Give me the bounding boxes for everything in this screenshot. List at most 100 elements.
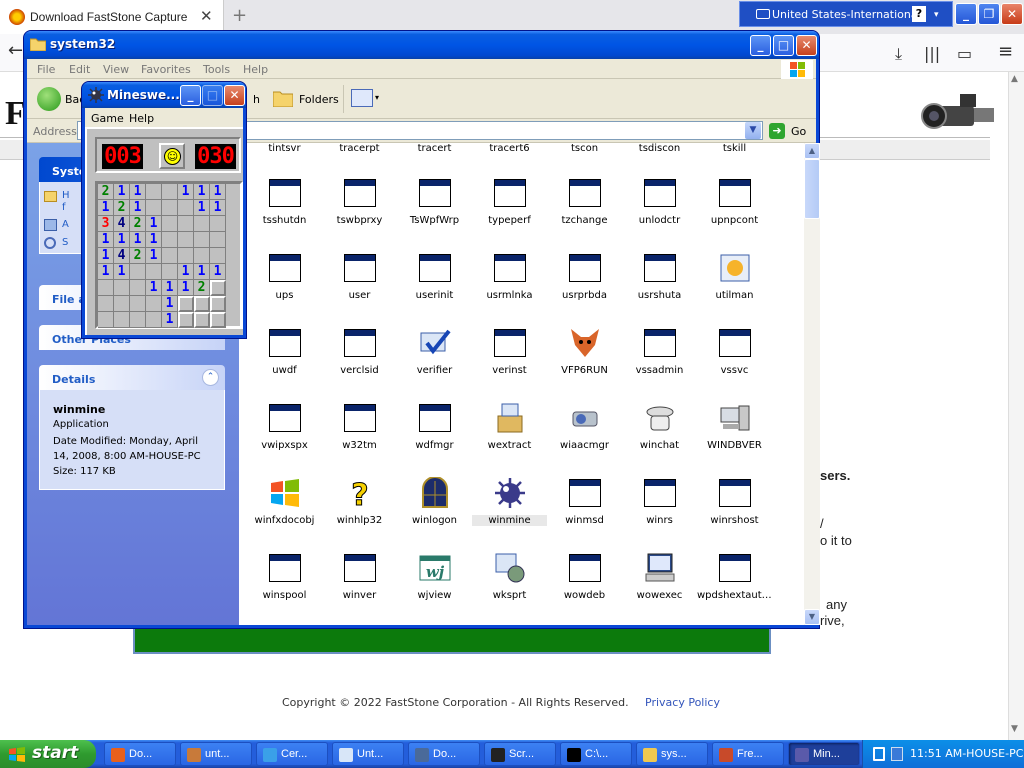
mine-cell[interactable]: 1 [114,232,130,248]
mine-cell[interactable] [178,232,194,248]
back-arrow-icon[interactable] [37,87,61,111]
taskbar-button[interactable]: Do... [104,742,176,766]
mine-cell[interactable] [194,232,210,248]
mine-cell[interactable]: 1 [98,248,114,264]
mine-cell[interactable]: 2 [130,216,146,232]
download-banner[interactable] [133,626,771,654]
file-item[interactable]: wowexec [622,552,697,625]
mine-cell[interactable] [178,296,194,312]
mine-cell[interactable]: 1 [178,264,194,280]
mine-cell[interactable]: 1 [210,200,226,216]
mine-cell[interactable]: 2 [194,280,210,296]
file-item[interactable]: usrprbda [547,252,622,327]
menu-favorites[interactable]: Favorites [141,63,191,76]
download-icon[interactable]: ⤓ [895,44,902,64]
mine-cell[interactable] [98,280,114,296]
file-item[interactable]: winlogon [397,476,472,552]
sidebar-icon[interactable]: ▭ [957,44,972,63]
mine-cell[interactable] [146,296,162,312]
mine-cell[interactable]: 1 [98,200,114,216]
file-item[interactable]: vwipxspx [247,402,322,477]
mine-cell[interactable] [146,312,162,328]
file-item[interactable]: winver [322,552,397,625]
views-dropdown-icon[interactable]: ▾ [375,93,379,102]
file-item[interactable]: wextract [472,402,547,477]
mine-cell[interactable]: 1 [114,264,130,280]
file-item[interactable]: winmine [472,477,547,552]
mine-cell[interactable] [162,248,178,264]
mine-cell[interactable] [130,296,146,312]
mine-cell[interactable] [194,312,210,328]
file-name-label[interactable]: tracert6 [472,143,547,154]
tab-close-icon[interactable]: ✕ [200,7,213,25]
file-item[interactable]: tzchange [547,177,622,252]
file-item[interactable]: wowdeb [547,552,622,625]
mine-cell[interactable]: 1 [194,184,210,200]
mine-cell[interactable] [194,216,210,232]
restore-button[interactable]: ❐ [978,3,1000,25]
mine-cell[interactable]: 1 [114,184,130,200]
file-item[interactable]: user [322,252,397,327]
file-name-label[interactable]: tracerpt [322,143,397,154]
mine-cell[interactable]: 1 [194,200,210,216]
file-item[interactable]: winrs [622,477,697,552]
mine-cell[interactable] [210,312,226,328]
mine-cell[interactable] [210,296,226,312]
file-item[interactable]: verinst [472,327,547,402]
file-item[interactable]: wiaacmgr [547,402,622,477]
mine-cell[interactable]: 1 [146,248,162,264]
menu-game[interactable]: Game [91,112,124,125]
mine-cell[interactable] [130,280,146,296]
explorer-title-bar[interactable]: system32 _ □ ✕ [24,31,819,59]
system-task-link[interactable]: H [62,190,70,201]
new-tab-button[interactable]: + [232,5,247,26]
file-name-label[interactable]: tintsvr [247,143,322,154]
mine-cell[interactable] [146,184,162,200]
taskbar-button[interactable]: sys... [636,742,708,766]
file-item[interactable]: utilman [697,252,772,327]
taskbar-button[interactable]: Do... [408,742,480,766]
explorer-close-button[interactable]: ✕ [796,35,817,56]
mine-cell[interactable]: 1 [162,296,178,312]
options-icon[interactable]: ▾ [934,10,939,20]
mine-cell[interactable] [210,248,226,264]
menu-icon[interactable]: ≡ [998,41,1013,62]
help-icon[interactable]: ? [912,6,926,22]
mine-cell[interactable] [130,312,146,328]
address-dropdown-icon[interactable]: ▼ [745,122,761,139]
mine-cell[interactable] [146,264,162,280]
mine-cell[interactable] [194,248,210,264]
file-item[interactable]: winfxdocobj [247,477,322,552]
start-button[interactable]: start [0,740,96,768]
file-item[interactable]: wj wjview [397,552,472,625]
mine-cell[interactable]: 1 [98,264,114,280]
file-item[interactable]: winmsd [547,477,622,552]
menu-view[interactable]: View [103,63,129,76]
file-item[interactable]: vssadmin [622,327,697,402]
close-button[interactable]: ✕ [1001,3,1023,25]
file-name-label[interactable]: tsdiscon [622,143,697,154]
mine-cell[interactable]: 1 [146,216,162,232]
file-item[interactable]: winchat [622,402,697,477]
file-item[interactable]: ? winhlp32 [322,477,397,552]
file-item[interactable]: WINDBVER [697,402,772,477]
mine-cell[interactable]: 1 [130,200,146,216]
language-bar[interactable]: United States-International ? ▾ [739,1,953,27]
mine-cell[interactable] [178,200,194,216]
explorer-minimize-button[interactable]: _ [750,35,771,56]
file-item[interactable]: verifier [397,327,472,402]
file-item[interactable]: usrshuta [622,252,697,327]
file-name-label[interactable]: tskill [697,143,772,154]
folders-label[interactable]: Folders [299,93,339,106]
file-list-scrollbar[interactable]: ▲ ▼ [804,143,820,625]
mine-cell[interactable]: 1 [178,280,194,296]
taskbar-button[interactable]: unt... [180,742,252,766]
search-label[interactable]: h [253,93,260,106]
mine-cell[interactable]: 1 [130,232,146,248]
views-icon[interactable] [351,89,373,107]
privacy-policy-link[interactable]: Privacy Policy [645,696,720,709]
file-item[interactable]: vssvc [697,327,772,402]
mine-cell[interactable] [114,296,130,312]
mine-cell[interactable] [162,200,178,216]
mine-cell[interactable] [162,264,178,280]
